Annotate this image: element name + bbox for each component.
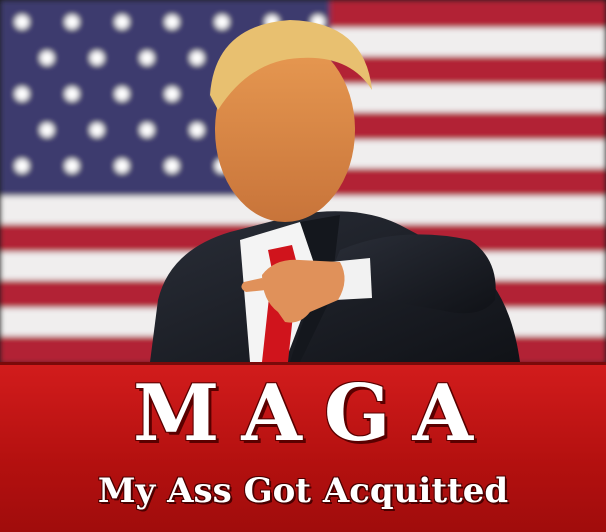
- banner-tagline: My Ass Got Acquitted: [97, 471, 509, 511]
- banner-headline: MAGA: [133, 368, 495, 459]
- photo-scene: [0, 0, 606, 362]
- poster: MAGA My Ass Got Acquitted: [0, 0, 606, 532]
- red-caption-banner: MAGA My Ass Got Acquitted: [0, 362, 606, 532]
- flag-and-figure-illustration: [0, 0, 606, 362]
